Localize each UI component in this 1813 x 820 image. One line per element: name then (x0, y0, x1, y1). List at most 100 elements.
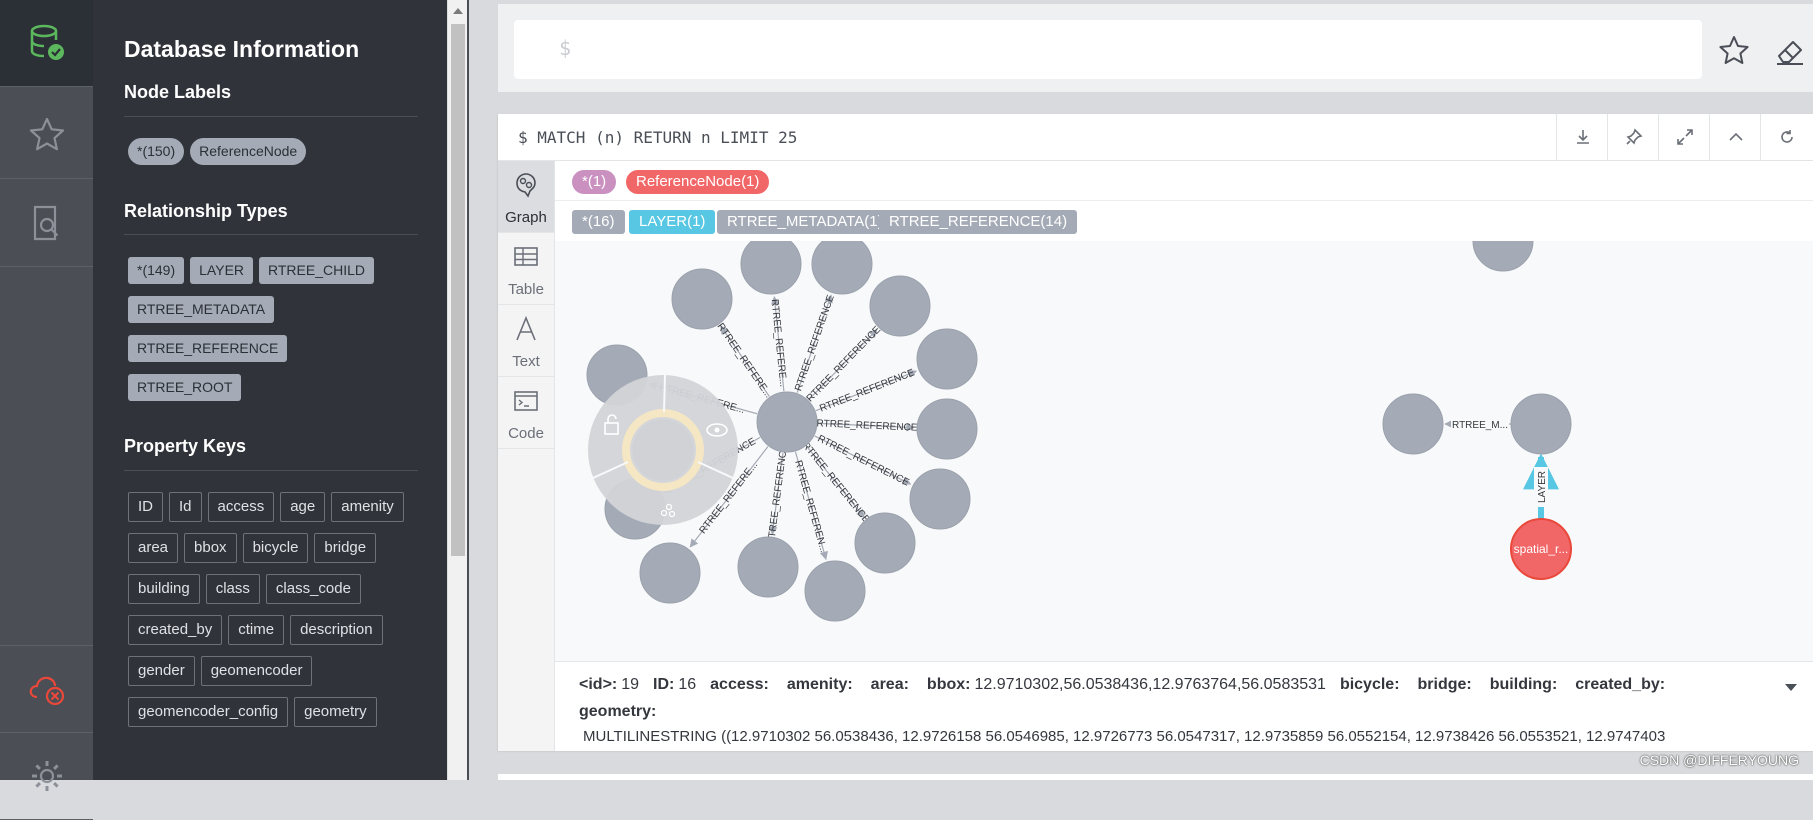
property-key-chip[interactable]: amenity (331, 492, 404, 522)
graph-node[interactable] (1382, 393, 1444, 455)
scroll-up-arrow-icon[interactable] (453, 8, 463, 14)
relationship-type-chip[interactable]: *(149) (128, 257, 185, 284)
rerun-button[interactable] (1760, 114, 1812, 160)
property-key-chip[interactable]: bridge (314, 533, 377, 563)
graph-node[interactable] (737, 536, 799, 598)
favorites-tab[interactable] (0, 92, 93, 179)
node-labels-heading: Node Labels (124, 82, 232, 102)
code-icon (514, 391, 538, 411)
graph-node[interactable] (671, 268, 733, 330)
relationship-label: RTREE_REFERENCE (766, 443, 790, 545)
legend-rel-rtree-metadata[interactable]: RTREE_METADATA(1) (717, 210, 893, 234)
graph-node[interactable] (909, 468, 971, 530)
frame-query[interactable]: $ MATCH (n) RETURN n LIMIT 25 (518, 128, 797, 147)
fullscreen-button[interactable] (1658, 114, 1710, 160)
property-key-chip[interactable]: ID (128, 492, 163, 522)
property-key-chip[interactable]: geomencoder_config (128, 697, 289, 727)
tab-table[interactable]: Table (498, 233, 554, 305)
graph-node[interactable] (916, 328, 978, 390)
database-info-drawer: Database Information Node Labels *(150) R… (93, 0, 447, 780)
property-key-chip[interactable]: geometry (294, 697, 377, 727)
node-legend: *(1) ReferenceNode(1) (555, 161, 1813, 201)
query-editor-input[interactable]: $ (514, 20, 1702, 79)
tab-code[interactable]: Code (498, 377, 554, 449)
relationship-type-chip[interactable]: RTREE_ROOT (128, 374, 242, 401)
caret-down-icon[interactable] (1785, 682, 1797, 692)
graph-node[interactable] (1472, 241, 1534, 272)
property-key: amenity: (786, 676, 853, 693)
property-key-chip[interactable]: Id (169, 492, 202, 522)
graph-node[interactable] (740, 241, 802, 295)
eraser-icon[interactable] (1773, 34, 1807, 68)
relationship-type-chip[interactable]: RTREE_METADATA (128, 296, 275, 323)
document-search-icon (33, 205, 58, 241)
property-key-chip[interactable]: access (207, 492, 275, 522)
relationship-label: RTREE_REFERE... (715, 321, 774, 400)
graph-node[interactable] (916, 398, 978, 460)
drawer-scrollbar[interactable] (447, 0, 468, 780)
text-icon (516, 315, 536, 341)
property-key-chip[interactable]: geomencoder (200, 656, 313, 686)
settings-tab[interactable] (0, 733, 93, 820)
legend-node-all[interactable]: *(1) (572, 170, 617, 194)
collapse-button[interactable] (1709, 114, 1761, 160)
property-key: <id>: (579, 676, 618, 693)
legend-node-referencenode[interactable]: ReferenceNode(1) (626, 170, 770, 194)
divider (124, 234, 418, 235)
property-key: area: (870, 676, 909, 693)
table-icon (514, 247, 538, 266)
relationship-type-chip[interactable]: LAYER (190, 257, 254, 284)
documents-tab[interactable] (0, 180, 93, 267)
rerun-icon (1780, 130, 1793, 143)
download-button[interactable] (1556, 114, 1608, 160)
property-key-chip[interactable]: building (128, 574, 200, 604)
legend-rel-layer[interactable]: LAYER(1) (629, 210, 716, 234)
property-key-chip[interactable]: gender (128, 656, 195, 686)
legend-rel-rtree-reference[interactable]: RTREE_REFERENCE(14) (879, 210, 1078, 234)
graph-canvas[interactable]: RTREE_REFERE... RTREE_REFERE... RTREE_REFE… (555, 241, 1813, 661)
property-key-chip[interactable]: bbox (184, 533, 237, 563)
favorite-star-icon[interactable] (1717, 34, 1751, 68)
scrollbar-thumb[interactable] (451, 24, 465, 556)
graph-node[interactable] (1510, 393, 1572, 455)
graph-node[interactable] (811, 241, 873, 295)
node-context-menu[interactable] (588, 374, 738, 525)
property-key-chip[interactable]: class (205, 574, 260, 604)
drawer-title: Database Information (124, 36, 360, 62)
tab-text[interactable]: Text (498, 305, 554, 377)
graph-node[interactable] (804, 560, 866, 622)
geometry-value: MULTILINESTRING ((12.9710302 56.0538436,… (583, 728, 1666, 745)
property-keys-heading: Property Keys (124, 436, 247, 456)
node-caption: spatial_r... (1514, 542, 1569, 556)
property-key-chip[interactable]: description (290, 615, 383, 645)
node-label-chip[interactable]: ReferenceNode (190, 138, 307, 165)
nav-rail (0, 0, 93, 820)
watermark: CSDN @DIFFERYOUNG (1639, 752, 1799, 768)
property-key-chip[interactable]: bicycle (242, 533, 309, 563)
node-label-chip[interactable]: *(150) (128, 138, 185, 165)
tab-graph[interactable]: Graph (498, 161, 554, 233)
property-key-chip[interactable]: ctime (228, 615, 285, 645)
legend-rel-all[interactable]: *(16) (572, 210, 625, 234)
relationship-type-chip[interactable]: RTREE_REFERENCE (128, 335, 288, 362)
query-editor-card: $ (498, 4, 1813, 92)
graph-node-hub[interactable] (756, 391, 818, 453)
database-info-tab[interactable] (0, 0, 93, 87)
relationship-label: RTREE_REFERE... (769, 299, 789, 388)
property-key-chip[interactable]: area (128, 533, 179, 563)
connection-status-tab[interactable] (0, 645, 93, 733)
pin-button[interactable] (1607, 114, 1659, 160)
graph-node[interactable] (854, 512, 916, 574)
property-key: geometry: (579, 703, 657, 720)
property-key-chip[interactable]: age (280, 492, 326, 522)
property-key-chip[interactable]: created_by (128, 615, 223, 645)
graph-node[interactable] (869, 275, 931, 337)
context-ring[interactable] (588, 375, 738, 525)
property-key-chip[interactable]: class_code (265, 574, 361, 604)
graph-node[interactable] (639, 542, 701, 604)
graph-svg[interactable]: RTREE_REFERE...RTREE_REFERE... RTREE_REFE… (555, 241, 1813, 661)
property-key: bbox: (926, 676, 971, 693)
tab-code-label: Code (508, 425, 544, 442)
relationship-type-chip[interactable]: RTREE_CHILD (259, 257, 375, 284)
tab-table-label: Table (508, 281, 544, 298)
